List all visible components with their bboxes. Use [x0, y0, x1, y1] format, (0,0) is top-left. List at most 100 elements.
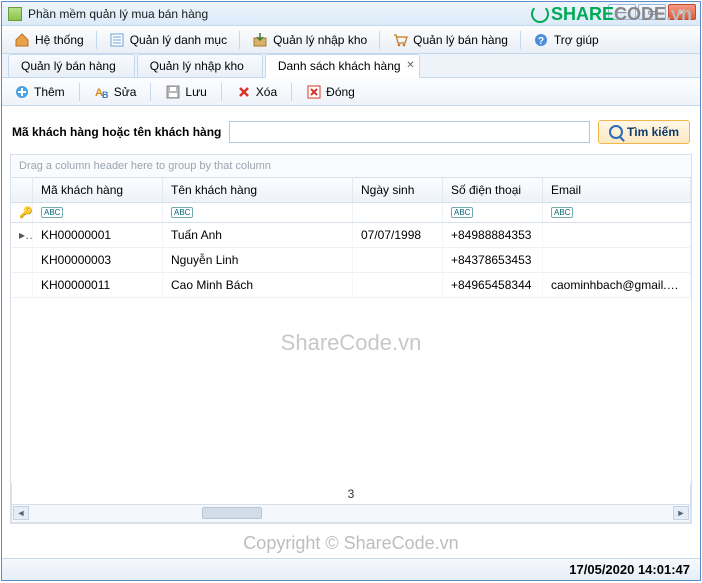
filter-ten[interactable]: ABC [163, 203, 353, 222]
search-label: Mã khách hàng hoặc tên khách hàng [12, 125, 221, 139]
btn-label: Đóng [326, 85, 355, 99]
menu-label: Trợ giúp [554, 33, 599, 47]
row-marker [11, 273, 33, 297]
horizontal-scrollbar[interactable]: ◄ ► [11, 505, 691, 523]
cell-email [543, 248, 691, 272]
btn-label: Xóa [256, 85, 277, 99]
help-icon: ? [533, 32, 549, 48]
list-icon [109, 32, 125, 48]
scroll-right-icon[interactable]: ► [673, 506, 689, 520]
filter-chip-icon: ABC [41, 207, 63, 218]
menu-label: Quản lý danh mục [130, 33, 227, 47]
main-menu: Hệ thống Quản lý danh mục Quản lý nhập k… [2, 26, 700, 54]
center-watermark: ShareCode.vn [281, 330, 422, 356]
cell-sdt: +84988884353 [443, 223, 543, 247]
filter-sdt[interactable]: ABC [443, 203, 543, 222]
table-row[interactable]: ▸ KH00000001 Tuấn Anh 07/07/1998 +849888… [11, 223, 691, 248]
row-marker: ▸ [11, 223, 33, 247]
cell-email [543, 223, 691, 247]
filter-email[interactable]: ABC [543, 203, 691, 222]
cell-ngay [353, 273, 443, 297]
cell-email: caominhbach@gmail.com [543, 273, 691, 297]
maximize-button[interactable]: ▭ [638, 4, 666, 20]
content-area: Mã khách hàng hoặc tên khách hàng Tìm ki… [2, 106, 700, 558]
save-button[interactable]: Lưu [159, 81, 212, 103]
status-datetime: 17/05/2020 14:01:47 [569, 562, 690, 577]
x-red-icon [236, 84, 252, 100]
svg-text:?: ? [538, 36, 544, 47]
separator [221, 83, 222, 101]
filter-ma[interactable]: ABC [33, 203, 163, 222]
delete-button[interactable]: Xóa [230, 81, 283, 103]
col-header-ma[interactable]: Mã khách hàng [33, 178, 163, 202]
group-panel[interactable]: Drag a column header here to group by th… [10, 154, 692, 178]
row-marker [11, 248, 33, 272]
edit-button[interactable]: AB Sửa [88, 81, 143, 103]
col-header-sdt[interactable]: Số điện thoại [443, 178, 543, 202]
box-in-icon [252, 32, 268, 48]
cell-ngay: 07/07/1998 [353, 223, 443, 247]
tab-customers[interactable]: Danh sách khách hàng ✕ [265, 54, 420, 78]
grid-body: ▸ KH00000001 Tuấn Anh 07/07/1998 +849888… [11, 223, 691, 483]
svg-text:B: B [102, 90, 109, 99]
key-icon: 🔑 [19, 206, 31, 219]
menu-import[interactable]: Quản lý nhập kho [244, 29, 375, 51]
search-button-label: Tìm kiếm [627, 125, 679, 139]
separator [520, 31, 521, 49]
menu-label: Quản lý bán hàng [413, 33, 508, 47]
filter-ngay[interactable] [353, 203, 443, 222]
cell-ma: KH00000001 [33, 223, 163, 247]
tab-import[interactable]: Quản lý nhập kho [137, 54, 263, 77]
action-toolbar: Thêm AB Sửa Lưu Xóa Đóng [2, 78, 700, 106]
col-header-ten[interactable]: Tên khách hàng [163, 178, 353, 202]
col-header-ngay[interactable]: Ngày sinh [353, 178, 443, 202]
grid-header: Mã khách hàng Tên khách hàng Ngày sinh S… [11, 178, 691, 203]
window-close-button[interactable]: ✕ [668, 4, 696, 20]
separator [239, 31, 240, 49]
table-row[interactable]: KH00000003 Nguyễn Linh +84378653453 [11, 248, 691, 273]
menu-catalog[interactable]: Quản lý danh mục [101, 29, 235, 51]
tab-sales[interactable]: Quản lý bán hàng [8, 54, 135, 77]
menu-label: Hệ thống [35, 33, 84, 47]
status-bar: 17/05/2020 14:01:47 [2, 558, 700, 580]
scroll-left-icon[interactable]: ◄ [13, 506, 29, 520]
menu-system[interactable]: Hệ thống [6, 29, 92, 51]
app-icon [8, 7, 22, 21]
btn-label: Thêm [34, 85, 65, 99]
tab-label: Danh sách khách hàng [278, 59, 401, 73]
separator [96, 31, 97, 49]
add-button[interactable]: Thêm [8, 81, 71, 103]
cell-ma: KH00000011 [33, 273, 163, 297]
cell-sdt: +84378653453 [443, 248, 543, 272]
menu-help[interactable]: ? Trợ giúp [525, 29, 607, 51]
btn-label: Lưu [185, 85, 206, 99]
tab-label: Quản lý nhập kho [150, 59, 244, 73]
separator [79, 83, 80, 101]
titlebar: Phần mềm quản lý mua bán hàng — ▭ ✕ [2, 2, 700, 26]
document-tabs: Quản lý bán hàng Quản lý nhập kho Danh s… [2, 54, 700, 78]
close-icon[interactable]: ✕ [406, 60, 414, 71]
record-count: 3 [12, 487, 690, 501]
cell-ten: Nguyễn Linh [163, 248, 353, 272]
col-header-email[interactable]: Email [543, 178, 691, 202]
grid-footer: 3 [11, 483, 691, 505]
minimize-button[interactable]: — [608, 4, 636, 20]
close-button[interactable]: Đóng [300, 81, 361, 103]
cell-ten: Cao Minh Bách [163, 273, 353, 297]
table-row[interactable]: KH00000011 Cao Minh Bách +84965458344 ca… [11, 273, 691, 298]
tab-label: Quản lý bán hàng [21, 59, 116, 73]
home-icon [14, 32, 30, 48]
data-grid: Mã khách hàng Tên khách hàng Ngày sinh S… [10, 178, 692, 524]
filter-row: 🔑 ABC ABC ABC ABC [11, 203, 691, 223]
search-input[interactable] [229, 121, 590, 143]
filter-chip-icon: ABC [551, 207, 573, 218]
plus-icon [14, 84, 30, 100]
cell-ngay [353, 248, 443, 272]
cell-ma: KH00000003 [33, 248, 163, 272]
cell-sdt: +84965458344 [443, 273, 543, 297]
search-icon [609, 125, 623, 139]
scroll-thumb[interactable] [202, 507, 262, 519]
search-button[interactable]: Tìm kiếm [598, 120, 690, 144]
separator [291, 83, 292, 101]
menu-sales[interactable]: Quản lý bán hàng [384, 29, 516, 51]
